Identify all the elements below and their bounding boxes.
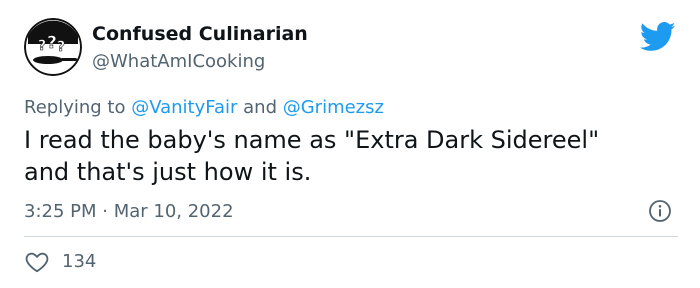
like-count: 134 bbox=[62, 251, 97, 272]
avatar[interactable]: ? ? ? bbox=[24, 18, 82, 76]
author-handle[interactable]: @WhatAmICooking bbox=[92, 50, 265, 74]
tweet-timestamp[interactable]: 3:25 PM · Mar 10, 2022 bbox=[24, 200, 234, 224]
twitter-bird-icon[interactable] bbox=[640, 22, 676, 52]
info-icon[interactable] bbox=[648, 199, 672, 223]
author-display-name[interactable]: Confused Culinarian bbox=[92, 22, 308, 46]
svg-text:?: ? bbox=[47, 33, 57, 53]
tweet-time: 3:25 PM bbox=[24, 201, 97, 222]
timestamp-separator: · bbox=[96, 201, 114, 222]
svg-text:?: ? bbox=[57, 39, 65, 55]
svg-text:?: ? bbox=[38, 38, 46, 54]
tweet-text-line: and that's just how it is. bbox=[24, 158, 312, 186]
replying-to-line: Replying to @VanityFair and @Grimezsz bbox=[24, 96, 384, 120]
tweet-text-line: I read the baby's name as "Extra Dark Si… bbox=[24, 126, 600, 154]
mention-grimezsz[interactable]: @Grimezsz bbox=[283, 97, 384, 118]
reply-prefix: Replying to bbox=[24, 97, 132, 118]
mention-vanityfair[interactable]: @VanityFair bbox=[131, 97, 237, 118]
tweet-date: Mar 10, 2022 bbox=[113, 201, 234, 222]
like-action[interactable]: 134 bbox=[24, 249, 96, 275]
divider bbox=[24, 236, 678, 237]
tweet-card: ? ? ? Confused Culinarian @WhatAmICookin… bbox=[0, 0, 700, 288]
heart-icon[interactable] bbox=[24, 249, 50, 275]
reply-conjunction: and bbox=[237, 97, 283, 118]
confused-pan-icon: ? ? ? bbox=[24, 18, 82, 76]
tweet-text: I read the baby's name as "Extra Dark Si… bbox=[24, 124, 674, 188]
